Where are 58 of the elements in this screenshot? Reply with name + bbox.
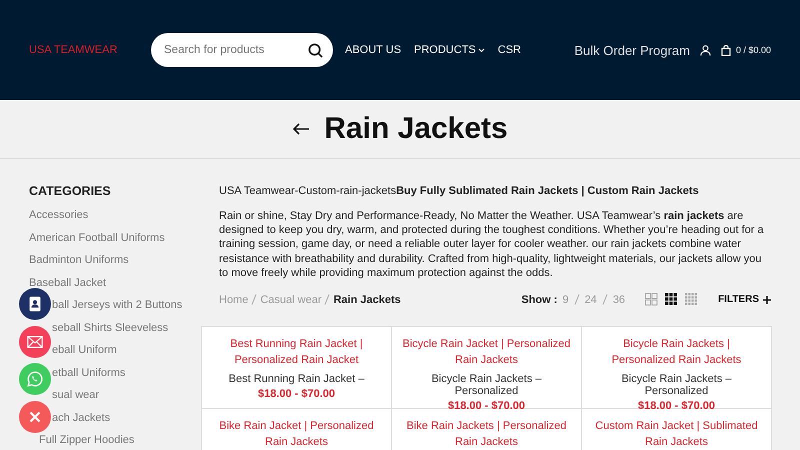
category-link[interactable]: ball Jerseys with 2 Buttons: [52, 299, 182, 311]
product-excerpt: Best Running Rain Jacket –: [228, 373, 366, 386]
category-link[interactable]: eball Uniform: [52, 344, 117, 356]
page-title: Rain Jackets: [324, 112, 508, 146]
product-card[interactable]: Bicycle Rain Jacket | Personalized Rain Jackets Bicycle Rain Jackets – Personalized $18.00 - $70.00: [392, 327, 581, 408]
nav-link[interactable]: ABOUT US: [345, 44, 402, 56]
product-title[interactable]: Bike Rain Jacket | Personalized Rain Jackets: [210, 419, 383, 450]
page-size-option[interactable]: 9: [562, 294, 569, 306]
nav-link[interactable]: PRODUCTS: [414, 44, 485, 56]
category-link[interactable]: Baseball Jacket: [29, 276, 106, 288]
category-link[interactable]: ach Jackets: [52, 412, 110, 424]
product-card[interactable]: Bicycle Rain Jackets | Personalized Rain Jackets Bicycle Rain Jackets – Personalized $18.00 - $70.00: [582, 327, 771, 408]
filters-button[interactable]: FILTERS: [718, 294, 771, 306]
product-title[interactable]: Bicycle Rain Jacket | Personalized Rain Jackets: [400, 337, 573, 368]
product-excerpt: Bicycle Rain Jackets – Personalized: [620, 373, 733, 398]
product-card[interactable]: Custom Rain Jacket | Sublimated Rain Jackets: [582, 409, 771, 450]
back-arrow-icon[interactable]: [292, 123, 310, 135]
sidebar-heading: CATEGORIES: [29, 184, 112, 198]
product-title[interactable]: Bike Rain Jackets | Personalized Rain Jackets: [400, 419, 573, 450]
grid-view-icon[interactable]: [665, 293, 678, 306]
product-card[interactable]: Best Running Rain Jacket | Personalized Rain Jacket Best Running Rain Jacket – $18.00 - $70.00: [202, 327, 391, 408]
category-link[interactable]: Full Zipper Hoodies: [39, 434, 134, 446]
logo[interactable]: USA TEAMWEAR: [29, 44, 151, 56]
page-size-option[interactable]: 24: [584, 294, 597, 306]
product-title[interactable]: Bicycle Rain Jackets | Personalized Rain Jackets: [590, 337, 763, 368]
user-icon[interactable]: [700, 44, 711, 56]
whatsapp-icon: [26, 370, 44, 388]
description-paragraph: Rain or shine, Stay Dry and Performance-Ready, No Matter the Weather. USA Teamwear’s rain jackets are designed to keep you dry, warm, and protected during the toughest conditions. Whether you’re heading out for a training session, game day, or need a reliable outer layer for cooler weather. our rain jackets combine water resistance with breathability and durability. Crafted from high-quality, lightweight materials, our jackets allow you to move freely while providing maximum protection against the odds.: [219, 209, 765, 280]
product-card[interactable]: Bike Rain Jackets | Personalized Rain Jackets: [392, 409, 581, 450]
bag-icon[interactable]: [720, 44, 731, 56]
search-icon[interactable]: [308, 43, 323, 58]
cart-total[interactable]: 0 / $0.00: [736, 45, 771, 55]
separator-icon: [574, 294, 580, 306]
floating-button[interactable]: [19, 288, 51, 320]
separator-icon: [251, 294, 258, 306]
page-size-option[interactable]: 36: [612, 294, 626, 306]
breadcrumb-current: Rain Jackets: [333, 294, 401, 306]
separator-icon: [602, 294, 608, 306]
category-link[interactable]: Accessories: [29, 209, 88, 221]
breadcrumb-link[interactable]: Home: [219, 294, 248, 306]
nav-link[interactable]: Bulk Order Program: [574, 42, 690, 58]
product-price: $18.00 - $70.00: [256, 388, 336, 400]
breadcrumb-link[interactable]: Casual wear: [260, 294, 322, 306]
category-link[interactable]: etball Uniforms: [52, 366, 126, 378]
product-excerpt: Bicycle Rain Jackets – Personalized: [430, 373, 543, 398]
separator-icon: [324, 294, 330, 306]
category-link[interactable]: American Football Uniforms: [29, 232, 165, 244]
category-link[interactable]: seball Shirts Sleeveless: [52, 322, 168, 334]
category-link[interactable]: sual wear: [52, 389, 100, 401]
product-title[interactable]: Custom Rain Jacket | Sublimated Rain Jackets: [590, 419, 763, 450]
show-label: Show :: [521, 294, 558, 306]
category-link[interactable]: Badminton Uniforms: [29, 254, 129, 266]
product-card[interactable]: Bike Rain Jacket | Personalized Rain Jackets: [202, 409, 391, 450]
plus-icon: [763, 296, 771, 304]
search-field[interactable]: Search for products: [151, 33, 333, 67]
product-title[interactable]: Best Running Rain Jacket | Personalized Rain Jacket: [210, 337, 383, 368]
intro-heading: USA Teamwear-Custom-rain-jacketsBuy Fully Sublimated Rain Jackets | Custom Rain Jackets: [219, 185, 700, 197]
nav-link[interactable]: CSR: [498, 44, 521, 56]
